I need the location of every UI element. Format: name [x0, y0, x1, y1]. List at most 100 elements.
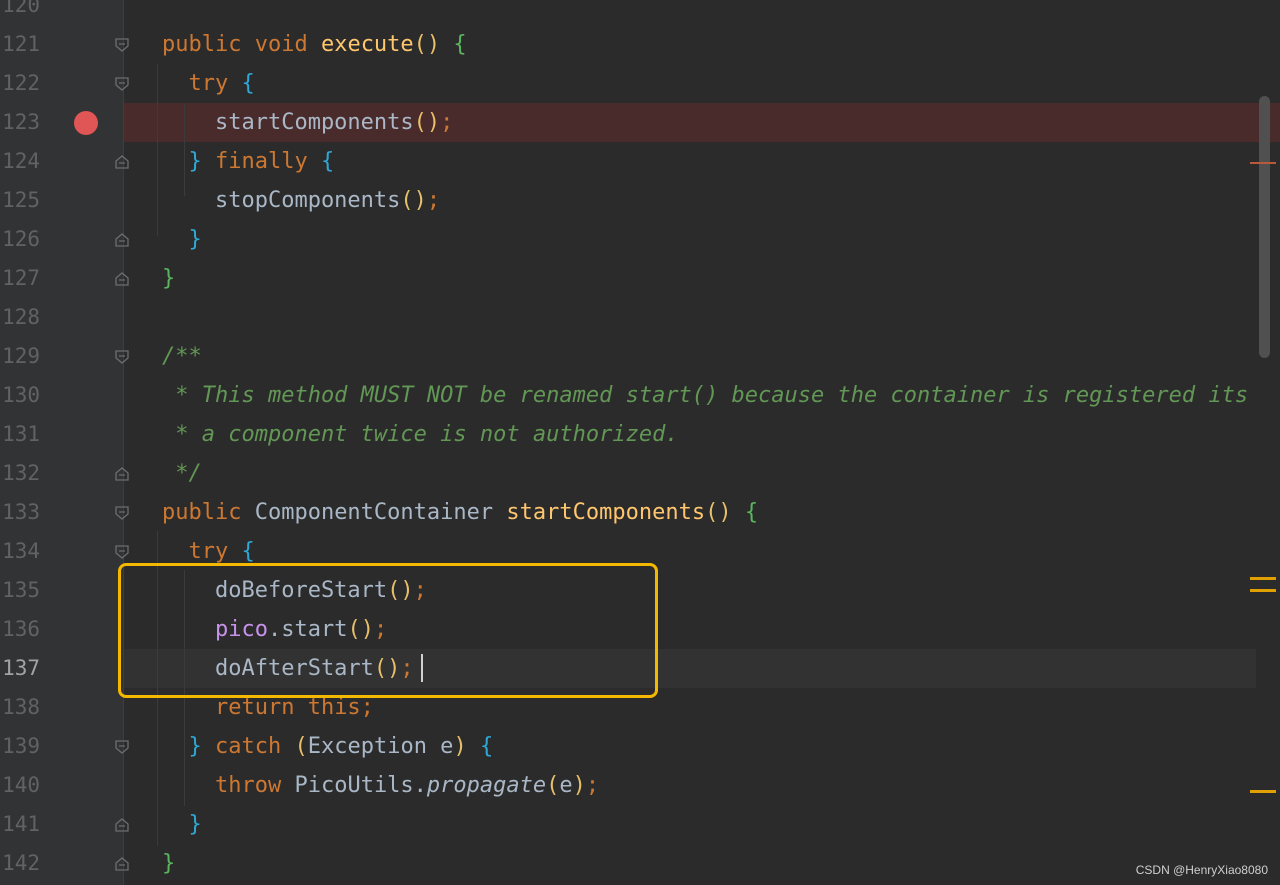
fold-expand-icon[interactable] [114, 505, 130, 521]
code-token: } [188, 734, 215, 759]
warning-stripe-marker[interactable] [1250, 577, 1276, 580]
code-token: stopComponents [162, 188, 401, 213]
fold-expand-icon[interactable] [114, 37, 130, 53]
code-line[interactable]: * This method MUST NOT be renamed start(… [162, 376, 1248, 415]
text-caret [421, 654, 423, 682]
code-token: startComponents [162, 110, 414, 135]
code-token: { [479, 734, 494, 759]
code-token: ; [585, 773, 600, 798]
code-line[interactable]: } [162, 805, 202, 844]
code-token: { [320, 149, 335, 174]
error-stripe-marker[interactable] [1250, 162, 1276, 164]
fold-collapse-icon[interactable] [114, 271, 130, 287]
line-number[interactable]: 135 [0, 571, 40, 610]
fold-expand-icon[interactable] [114, 76, 130, 92]
code-line[interactable]: public void execute() { [162, 25, 467, 64]
code-line[interactable]: try { [162, 64, 255, 103]
fold-collapse-icon[interactable] [114, 817, 130, 833]
line-number[interactable]: 139 [0, 727, 40, 766]
vertical-scrollbar[interactable] [1259, 96, 1270, 358]
code-line[interactable]: } finally { [162, 142, 335, 181]
code-token: * a component twice is not authorized. [162, 422, 679, 447]
code-line[interactable]: /** [162, 337, 202, 376]
line-number[interactable]: 141 [0, 805, 40, 844]
code-token: void [254, 32, 321, 57]
line-number[interactable]: 123 [0, 103, 40, 142]
code-token: () [413, 110, 441, 135]
code-token: ( [294, 734, 308, 759]
indent-guide [184, 103, 185, 196]
line-number[interactable]: 137 [0, 649, 40, 688]
fold-collapse-icon[interactable] [114, 856, 130, 872]
code-token: { [744, 500, 759, 525]
fold-expand-icon[interactable] [114, 544, 130, 560]
highlight-annotation-box [118, 563, 658, 698]
code-token: { [241, 539, 255, 564]
code-token: e [559, 773, 573, 798]
code-token: try [188, 539, 242, 564]
line-number[interactable]: 120 [0, 0, 40, 25]
line-number[interactable]: 124 [0, 142, 40, 181]
line-number[interactable]: 132 [0, 454, 40, 493]
line-number[interactable]: 122 [0, 64, 40, 103]
fold-expand-icon[interactable] [114, 349, 130, 365]
code-token: } [188, 812, 202, 837]
code-line[interactable]: } [162, 220, 202, 259]
line-number[interactable]: 125 [0, 181, 40, 220]
line-number[interactable]: 127 [0, 259, 40, 298]
line-number[interactable]: 140 [0, 766, 40, 805]
code-token: ; [426, 188, 441, 213]
code-token: () [400, 188, 427, 213]
watermark-text: CSDN @HenryXiao8080 [1135, 863, 1268, 877]
warning-stripe-marker[interactable] [1250, 589, 1276, 592]
line-number[interactable]: 128 [0, 298, 40, 337]
code-token: propagate [426, 773, 547, 798]
code-token: finally [215, 149, 321, 174]
fold-expand-icon[interactable] [114, 739, 130, 755]
breakpoint-icon[interactable] [74, 111, 98, 135]
code-token: ) [572, 773, 586, 798]
code-line[interactable]: } catch (Exception e) { [162, 727, 494, 766]
code-line[interactable]: stopComponents(); [162, 181, 440, 220]
code-line[interactable]: */ [162, 454, 202, 493]
code-token: */ [162, 461, 202, 486]
line-number[interactable]: 138 [0, 688, 40, 727]
line-number[interactable]: 129 [0, 337, 40, 376]
code-token: public [162, 32, 255, 57]
code-token: startComponents [506, 500, 706, 525]
code-line[interactable]: } [162, 844, 175, 883]
fold-collapse-icon[interactable] [114, 154, 130, 170]
code-token: Exception e [307, 734, 454, 759]
code-token: } [188, 227, 202, 252]
code-line[interactable]: } [162, 259, 175, 298]
line-number[interactable]: 131 [0, 415, 40, 454]
code-token: public [162, 500, 255, 525]
code-token: } [162, 266, 176, 291]
code-line[interactable]: * a component twice is not authorized. [162, 415, 679, 454]
code-line[interactable]: throw PicoUtils.propagate(e); [162, 766, 599, 805]
code-token: ComponentContainer [254, 500, 507, 525]
fold-collapse-icon[interactable] [114, 466, 130, 482]
line-number[interactable]: 142 [0, 844, 40, 883]
line-number[interactable]: 134 [0, 532, 40, 571]
code-token: PicoUtils. [294, 773, 427, 798]
code-token: catch [215, 734, 295, 759]
fold-collapse-icon[interactable] [114, 232, 130, 248]
code-line[interactable]: public ComponentContainer startComponent… [162, 493, 758, 532]
line-number[interactable]: 133 [0, 493, 40, 532]
code-line[interactable]: startComponents(); [162, 103, 453, 142]
code-token: try [188, 71, 242, 96]
code-token: ) [453, 734, 480, 759]
code-token: { [241, 71, 255, 96]
line-number[interactable]: 121 [0, 25, 40, 64]
line-number[interactable]: 136 [0, 610, 40, 649]
warning-stripe-marker[interactable] [1250, 790, 1276, 793]
line-number[interactable]: 130 [0, 376, 40, 415]
code-token: throw [214, 773, 295, 798]
line-number[interactable]: 126 [0, 220, 40, 259]
